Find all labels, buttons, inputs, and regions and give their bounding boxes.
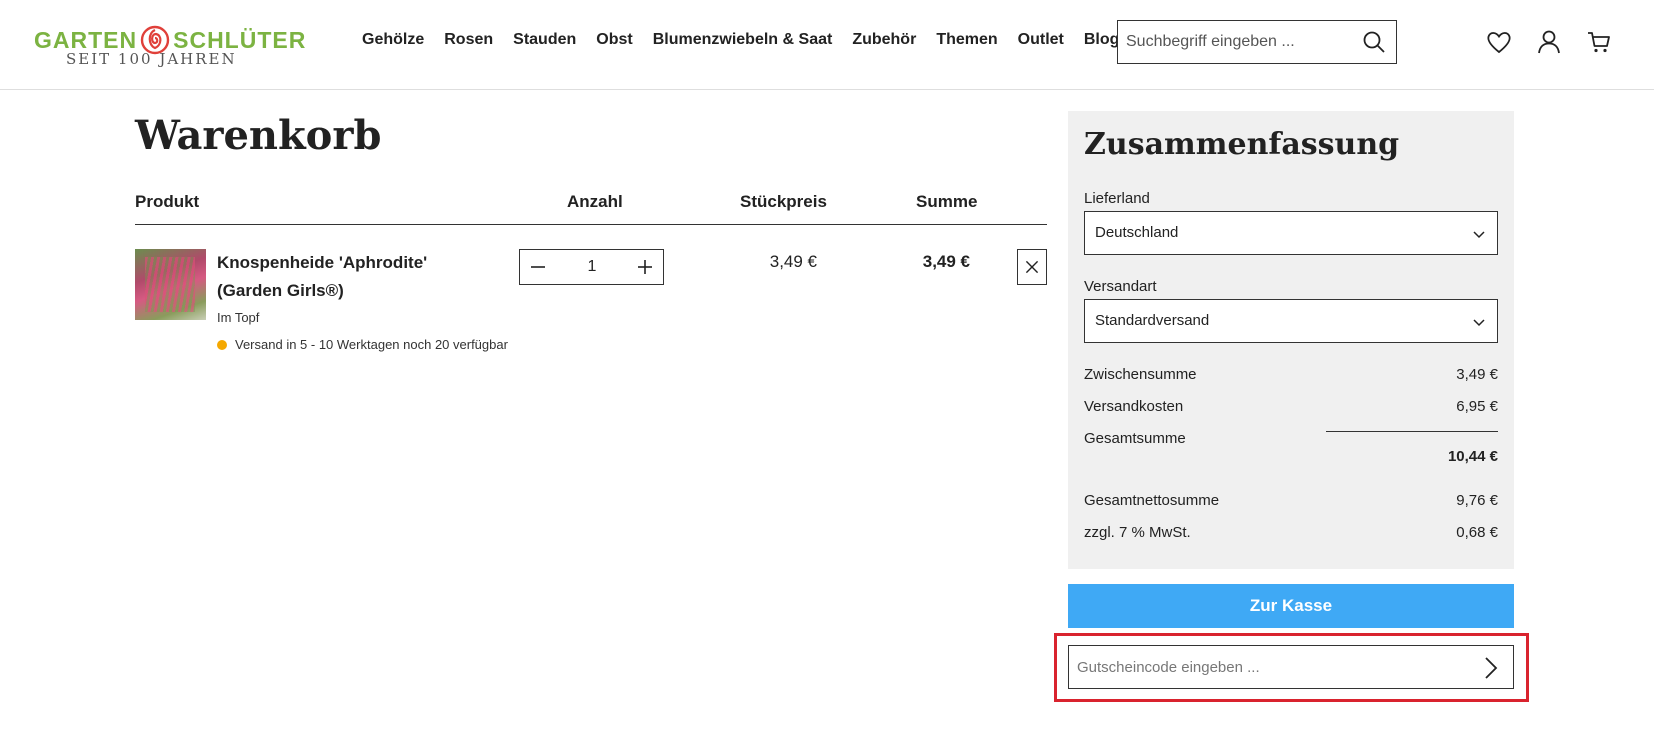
- unit-price: 3,49 €: [769, 252, 817, 271]
- total-divider: [1326, 431, 1498, 432]
- country-value: Deutschland: [1095, 224, 1179, 241]
- search-input[interactable]: [1126, 21, 1356, 63]
- line-sum: 3,49 €: [922, 252, 970, 271]
- total-value: 10,44 €: [1447, 448, 1498, 465]
- shipping-cost-value: 6,95 €: [1456, 398, 1498, 415]
- checkout-button[interactable]: Zur Kasse: [1068, 584, 1514, 628]
- chevron-down-icon: [1473, 231, 1485, 239]
- chevron-right-icon[interactable]: [1481, 656, 1501, 680]
- shipping-method-value: Standardversand: [1095, 312, 1210, 329]
- shipping-method-select[interactable]: Standardversand: [1084, 299, 1498, 343]
- quantity-stepper: 1: [519, 249, 664, 285]
- site-header: GARTEN SCHLÜTER SEIT 100 JAHREN Gehölze …: [0, 0, 1654, 90]
- column-header-quantity: Anzahl: [567, 192, 623, 211]
- product-variant: Im Topf: [217, 310, 260, 325]
- nav-item-obst[interactable]: Obst: [596, 31, 632, 49]
- shipping-cost-label: Versandkosten: [1084, 398, 1184, 415]
- voucher-input[interactable]: [1077, 646, 1457, 688]
- quantity-value[interactable]: 1: [560, 250, 624, 284]
- search-box: [1117, 20, 1397, 64]
- heart-icon[interactable]: [1485, 28, 1513, 56]
- page-title: Warenkorb: [135, 112, 382, 159]
- stock-dot-icon: [217, 339, 227, 350]
- stock-text: Versand in 5 - 10 Werktagen noch 20 verf…: [235, 337, 508, 352]
- column-header-unit-price: Stückpreis: [740, 192, 827, 211]
- summary-title: Zusammenfassung: [1084, 127, 1400, 162]
- net-total-value: 9,76 €: [1456, 492, 1498, 509]
- cart-table-header: Produkt Anzahl Stückpreis Summe: [135, 190, 1047, 225]
- search-icon[interactable]: [1362, 30, 1386, 54]
- country-select[interactable]: Deutschland: [1084, 211, 1498, 255]
- subtotal-value: 3,49 €: [1456, 366, 1498, 383]
- plus-icon[interactable]: [627, 250, 663, 284]
- country-label: Lieferland: [1084, 190, 1150, 207]
- tax-value: 0,68 €: [1456, 524, 1498, 541]
- column-header-product: Produkt: [135, 192, 200, 211]
- nav-item-themen[interactable]: Themen: [936, 31, 997, 49]
- remove-item-icon[interactable]: [1017, 249, 1047, 285]
- nav-item-gehoelze[interactable]: Gehölze: [362, 31, 424, 49]
- nav-item-stauden[interactable]: Stauden: [513, 31, 576, 49]
- order-summary: Zusammenfassung Lieferland Deutschland V…: [1068, 111, 1514, 569]
- chevron-down-icon: [1473, 319, 1485, 327]
- tax-label: zzgl. 7 % MwSt.: [1084, 524, 1191, 541]
- column-header-sum: Summe: [916, 192, 978, 211]
- total-label: Gesamtsumme: [1084, 430, 1186, 447]
- product-image[interactable]: [135, 249, 206, 320]
- main-nav: Gehölze Rosen Stauden Obst Blumenzwiebel…: [362, 31, 1139, 49]
- logo-tagline: SEIT 100 JAHREN: [66, 50, 237, 68]
- product-name[interactable]: Knospenheide 'Aphrodite' (Garden Girls®): [217, 249, 487, 305]
- subtotal-label: Zwischensumme: [1084, 366, 1197, 383]
- nav-item-blumenzwiebeln-saat[interactable]: Blumenzwiebeln & Saat: [653, 31, 833, 49]
- product-stock-status: Versand in 5 - 10 Werktagen noch 20 verf…: [217, 337, 508, 352]
- nav-item-zubehoer[interactable]: Zubehör: [852, 31, 916, 49]
- logo[interactable]: GARTEN SCHLÜTER SEIT 100 JAHREN: [34, 16, 305, 72]
- shipping-method-label: Versandart: [1084, 278, 1157, 295]
- cart-icon[interactable]: [1585, 28, 1613, 56]
- minus-icon[interactable]: [520, 250, 556, 284]
- nav-item-outlet[interactable]: Outlet: [1018, 31, 1064, 49]
- nav-item-blog[interactable]: Blog: [1084, 31, 1120, 49]
- nav-item-rosen[interactable]: Rosen: [444, 31, 493, 49]
- net-total-label: Gesamtnettosumme: [1084, 492, 1220, 509]
- user-icon[interactable]: [1535, 28, 1563, 56]
- voucher-field: [1068, 645, 1514, 689]
